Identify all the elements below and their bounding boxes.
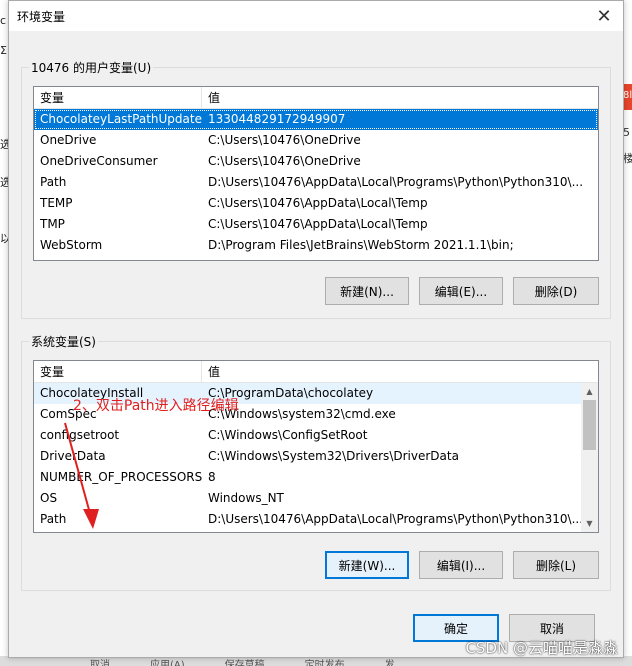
system-new-button[interactable]: 新建(W)... bbox=[325, 551, 409, 579]
annotation-text: 2、双击Path进入路径编辑 bbox=[73, 398, 239, 414]
user-edit-button[interactable]: 编辑(E)... bbox=[419, 277, 503, 305]
table-row[interactable]: DriverData C:\Windows\System32\Drivers\Dr… bbox=[34, 446, 581, 467]
variable-value: C:\Users\10476\OneDrive bbox=[208, 154, 361, 168]
column-header-variable[interactable]: 变量 bbox=[34, 87, 202, 108]
variable-value: C:\Windows\system32\cmd.exe bbox=[208, 407, 396, 421]
bg-fragment: 8l bbox=[623, 90, 632, 101]
system-variables-list[interactable]: 变量 值 ChocolateyInstall C:\ProgramData\cho… bbox=[33, 360, 599, 533]
close-icon[interactable]: ✕ bbox=[593, 5, 615, 27]
variable-value: 8 bbox=[208, 470, 216, 484]
table-row[interactable]: WebStorm D:\Program Files\JetBrains\WebSt… bbox=[34, 235, 598, 256]
variable-name: OneDriveConsumer bbox=[40, 154, 158, 168]
scroll-down-arrow-icon[interactable]: ▼ bbox=[581, 515, 598, 532]
variable-value: D:\Program Files\JetBrains\WebStorm 2021… bbox=[208, 238, 514, 252]
variable-value: 133044829172949907 bbox=[208, 112, 346, 126]
table-row[interactable]: configsetroot C:\Windows\ConfigSetRoot bbox=[34, 425, 581, 446]
variable-value: C:\Users\10476\AppData\Local\Temp bbox=[208, 217, 428, 231]
table-row[interactable]: OneDriveConsumer C:\Users\10476\OneDrive bbox=[34, 151, 598, 172]
table-row[interactable]: TEMP C:\Users\10476\AppData\Local\Temp bbox=[34, 193, 598, 214]
variable-value: C:\Windows\System32\Drivers\DriverData bbox=[208, 449, 459, 463]
title-bar: 环境变量 ✕ bbox=[9, 1, 623, 31]
user-delete-button[interactable]: 删除(D) bbox=[513, 277, 599, 305]
variable-value: D:\Users\10476\AppData\Local\Programs\Py… bbox=[208, 512, 581, 526]
variable-value: C:\Windows\ConfigSetRoot bbox=[208, 428, 368, 442]
bg-fragment: 5 bbox=[623, 126, 630, 139]
bg-fragment: c bbox=[0, 14, 7, 27]
variable-name: Path bbox=[40, 175, 67, 189]
system-variables-label: 系统变量(S) bbox=[29, 333, 98, 350]
bg-fragment: Σ bbox=[0, 44, 7, 57]
variable-name: OneDrive bbox=[40, 133, 97, 147]
system-edit-button[interactable]: 编辑(I)... bbox=[419, 551, 503, 579]
list-header: 变量 值 bbox=[34, 361, 598, 383]
variable-value: C:\Users\10476\AppData\Local\Temp bbox=[208, 196, 428, 210]
background-app-right: 8l 5 楼 bbox=[623, 0, 632, 666]
system-delete-button[interactable]: 删除(L) bbox=[513, 551, 599, 579]
variable-value: Windows_NT bbox=[208, 491, 284, 505]
variable-name: ChocolateyLastPathUpdate bbox=[40, 112, 202, 126]
annotation-arrow-icon bbox=[64, 422, 99, 529]
list-header: 变量 值 bbox=[34, 87, 598, 109]
bg-fragment: 楼 bbox=[623, 152, 632, 165]
dialog-title: 环境变量 bbox=[17, 10, 66, 24]
variable-value: C:\ProgramData\chocolatey bbox=[208, 386, 374, 400]
system-list-scrollbar[interactable]: ▲ ▼ bbox=[581, 383, 598, 532]
variable-name: TMP bbox=[40, 217, 65, 231]
table-row[interactable]: Path D:\Users\10476\AppData\Local\Program… bbox=[34, 509, 581, 530]
table-row[interactable]: OS Windows_NT bbox=[34, 488, 581, 509]
user-new-button[interactable]: 新建(N)... bbox=[325, 277, 409, 305]
variable-name: TEMP bbox=[40, 196, 73, 210]
table-row[interactable]: Path D:\Users\10476\AppData\Local\Program… bbox=[34, 172, 598, 193]
watermark: CSDN @云喵喵是淼淼 bbox=[465, 639, 618, 657]
scroll-thumb[interactable] bbox=[583, 400, 596, 450]
column-header-value[interactable]: 值 bbox=[202, 361, 220, 382]
column-header-value[interactable]: 值 bbox=[202, 87, 220, 108]
variable-value: C:\Users\10476\OneDrive bbox=[208, 133, 361, 147]
variable-value: D:\Users\10476\AppData\Local\Programs\Py… bbox=[208, 175, 584, 189]
scroll-up-arrow-icon[interactable]: ▲ bbox=[581, 383, 598, 400]
table-row[interactable]: TMP C:\Users\10476\AppData\Local\Temp bbox=[34, 214, 598, 235]
user-variables-list[interactable]: 变量 值 ChocolateyLastPathUpdate 13304482917… bbox=[33, 86, 599, 261]
table-row[interactable]: ChocolateyLastPathUpdate 1330448291729499… bbox=[34, 109, 598, 130]
column-header-variable[interactable]: 变量 bbox=[34, 361, 202, 382]
environment-variables-dialog: 环境变量 ✕ 10476 的用户变量(U) 变量 值 ChocolateyLas… bbox=[8, 0, 624, 658]
variable-name: WebStorm bbox=[40, 238, 103, 252]
table-row[interactable]: OneDrive C:\Users\10476\OneDrive bbox=[34, 130, 598, 151]
table-row[interactable]: NUMBER_OF_PROCESSORS 8 bbox=[34, 467, 581, 488]
user-variables-label: 10476 的用户变量(U) bbox=[29, 59, 154, 76]
